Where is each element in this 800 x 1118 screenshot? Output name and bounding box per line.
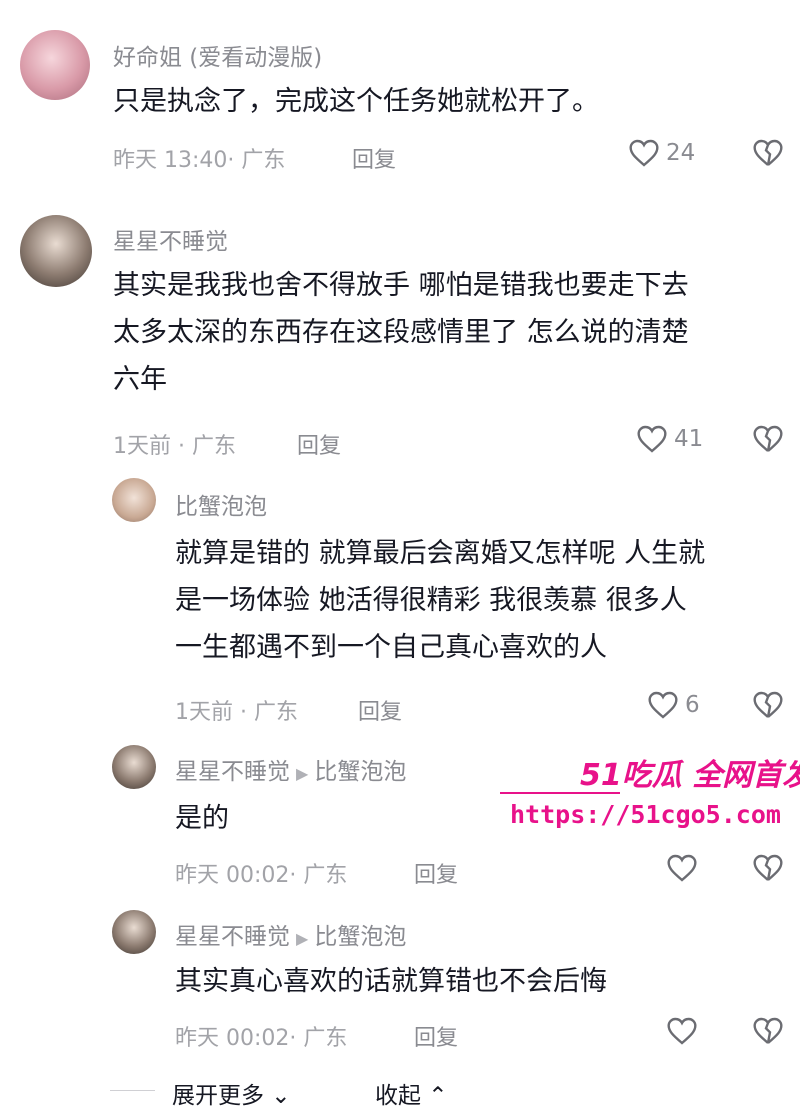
avatar[interactable] [112,745,156,789]
reply-button[interactable]: 回复 [297,428,341,460]
comment-text: 就算是错的 就算最后会离婚又怎样呢 人生就 是一场体验 她活得很精彩 我很羡慕 … [175,538,706,663]
avatar[interactable] [112,478,156,522]
reply-button[interactable]: 回复 [414,857,458,889]
heart-icon [637,425,667,453]
dislike-button[interactable] [752,138,784,172]
dislike-button[interactable] [752,1016,784,1050]
broken-heart-icon [753,139,783,166]
collapse-button[interactable]: 收起 ⌃ [375,1076,448,1110]
chevron-up-icon: ⌃ [421,1083,448,1109]
heart-icon [667,1017,697,1045]
comment-time: 1天前 · 广东 [175,700,298,725]
comment-time: 昨天 00:02· 广东 [175,863,348,888]
chevron-down-icon: ⌄ [264,1083,291,1109]
avatar[interactable] [112,910,156,954]
broken-heart-icon [753,854,783,881]
avatar[interactable] [20,215,92,287]
broken-heart-icon [753,425,783,452]
like-button[interactable]: 6 [647,690,700,720]
like-count: 6 [685,692,700,718]
comment-text: 是的 [175,803,229,834]
heart-icon [648,691,678,719]
avatar[interactable] [20,30,90,100]
like-count: 24 [666,140,696,166]
like-count: 41 [674,426,704,452]
expand-more-button[interactable]: 展开更多 ⌄ [172,1076,291,1110]
broken-heart-icon [753,1017,783,1044]
like-button[interactable]: 41 [636,424,703,454]
reply-arrow-icon: ▶ [296,764,309,783]
watermark-line [500,792,620,794]
comment-username[interactable]: 好命姐 (爱看动漫版) [113,38,322,72]
dislike-button[interactable] [752,853,784,887]
comment-username[interactable]: 星星不睡觉 ▶ 比蟹泡泡 [175,917,406,951]
comment-text: 只是执念了，完成这个任务她就松开了。 [113,86,599,117]
watermark-brand: 51吃瓜 全网首发 [580,758,800,793]
comment-username[interactable]: 比蟹泡泡 [175,487,267,521]
reply-button[interactable]: 回复 [358,694,402,726]
like-button[interactable]: 24 [628,138,695,168]
replies-footer: 展开更多 ⌄ 收起 ⌃ [0,1070,800,1110]
comment-text: 其实是我我也舍不得放手 哪怕是错我也要走下去 太多太深的东西存在这段感情里了 怎… [113,270,689,395]
comment-username[interactable]: 星星不睡觉 ▶ 比蟹泡泡 [175,752,406,786]
dislike-button[interactable] [752,690,784,724]
watermark-url: https://51cgo5.com [510,800,781,829]
reply-arrow-icon: ▶ [296,929,309,948]
comment-text: 其实真心喜欢的话就算错也不会后悔 [175,966,607,997]
like-button[interactable] [666,1016,698,1046]
reply-button[interactable]: 回复 [414,1020,458,1052]
broken-heart-icon [753,691,783,718]
dislike-button[interactable] [752,424,784,458]
comment-time: 1天前 · 广东 [113,434,236,459]
like-button[interactable] [666,853,698,883]
comment-time: 昨天 13:40· 广东 [113,148,286,173]
reply-button[interactable]: 回复 [352,142,396,174]
comment-username[interactable]: 星星不睡觉 [113,222,228,256]
divider [110,1090,155,1091]
heart-icon [629,139,659,167]
watermark: 51吃瓜 全网首发 https://51cgo5.com [500,750,800,840]
comment-time: 昨天 00:02· 广东 [175,1026,348,1051]
heart-icon [667,854,697,882]
